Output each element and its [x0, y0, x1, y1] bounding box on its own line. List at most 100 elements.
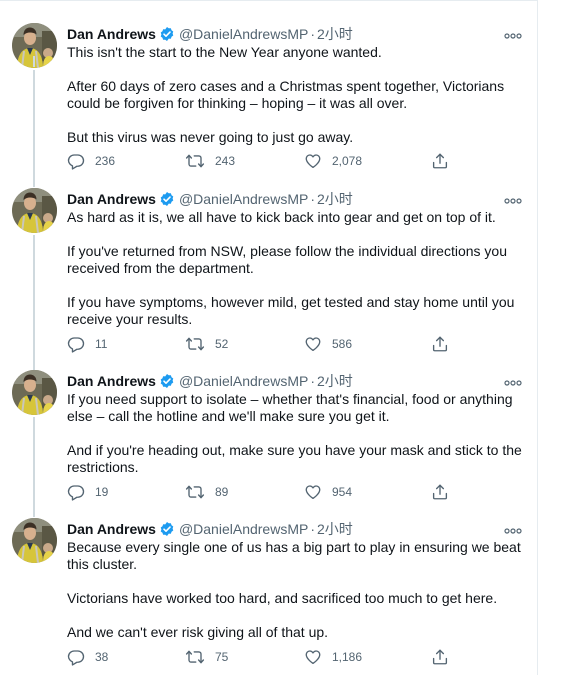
- tweet-paragraph: But this virus was never going to just g…: [67, 129, 354, 145]
- reply-icon: [67, 335, 85, 353]
- retweet-count: 89: [215, 485, 229, 499]
- thread-connector-line: [33, 70, 35, 187]
- retweet-icon: [185, 152, 205, 170]
- retweet-button[interactable]: 89: [185, 483, 228, 501]
- author-name[interactable]: Dan Andrews: [67, 519, 156, 539]
- author-handle[interactable]: @DanielAndrewsMP: [179, 519, 308, 539]
- tweet-paragraph: And if you're heading out, make sure you…: [67, 442, 522, 475]
- tweet-timestamp[interactable]: 2小时: [317, 371, 353, 391]
- more-icon[interactable]: [504, 192, 522, 204]
- separator-dot: ·: [310, 373, 315, 389]
- tweet-paragraph: If you've returned from NSW, please foll…: [67, 243, 508, 276]
- reply-button[interactable]: 11: [67, 335, 107, 353]
- verified-badge-icon: [159, 373, 175, 389]
- retweet-button[interactable]: 52: [185, 335, 228, 353]
- tweet-actions: 236 243 2,078: [67, 152, 457, 170]
- verified-badge-icon: [159, 26, 175, 42]
- tweet-paragraph: After 60 days of zero cases and a Christ…: [67, 78, 505, 111]
- reply-count: 236: [95, 154, 116, 168]
- tweet-header: Dan Andrews @DanielAndrewsMP · 2小时: [67, 519, 527, 539]
- like-button[interactable]: 954: [304, 483, 352, 501]
- reply-button[interactable]: 236: [67, 152, 115, 170]
- tweet-content: Dan Andrews @DanielAndrewsMP · 2小时 Becau…: [67, 519, 527, 641]
- tweet-paragraph: If you have symptoms, however mild, get …: [67, 294, 515, 327]
- like-count: 1,186: [332, 650, 363, 664]
- tweet-paragraph: As hard as it is, we all have to kick ba…: [67, 209, 496, 225]
- retweet-count: 52: [215, 337, 229, 351]
- like-count: 954: [332, 485, 353, 499]
- share-button[interactable]: [431, 335, 449, 353]
- share-button[interactable]: [431, 483, 449, 501]
- retweet-count: 75: [215, 650, 229, 664]
- like-count: 2,078: [332, 154, 363, 168]
- avatar[interactable]: [12, 370, 57, 415]
- reply-icon: [67, 648, 85, 666]
- tweet-paragraph: Victorians have worked too hard, and sac…: [67, 590, 498, 606]
- tweet-header: Dan Andrews @DanielAndrewsMP · 2小时: [67, 371, 527, 391]
- more-icon[interactable]: [504, 522, 522, 534]
- share-icon: [431, 152, 449, 170]
- tweet-paragraph: Because every single one of us has a big…: [67, 539, 521, 572]
- tweet-timestamp[interactable]: 2小时: [317, 189, 353, 209]
- author-handle[interactable]: @DanielAndrewsMP: [179, 371, 308, 391]
- tweet[interactable]: Dan Andrews @DanielAndrewsMP · 2小时 This …: [0, 15, 538, 187]
- reply-icon: [67, 152, 85, 170]
- separator-dot: ·: [310, 191, 315, 207]
- retweet-button[interactable]: 75: [185, 648, 228, 666]
- thread-connector-line: [33, 56, 35, 67]
- tweet-timestamp[interactable]: 2小时: [317, 24, 353, 44]
- reply-button[interactable]: 38: [67, 648, 108, 666]
- tweet-text: Because every single one of us has a big…: [67, 539, 527, 641]
- reply-count: 38: [95, 650, 109, 664]
- tweet-paragraph: This isn't the start to the New Year any…: [67, 44, 382, 60]
- tweet[interactable]: Dan Andrews @DanielAndrewsMP · 2小时 As ha…: [0, 56, 538, 371]
- thread-connector-line: [33, 417, 35, 517]
- separator-dot: ·: [310, 26, 315, 42]
- tweet-text: This isn't the start to the New Year any…: [67, 44, 527, 146]
- reply-icon: [67, 483, 85, 501]
- separator-dot: ·: [310, 521, 315, 537]
- heart-icon: [304, 152, 322, 170]
- like-button[interactable]: 1,186: [304, 648, 362, 666]
- heart-icon: [304, 483, 322, 501]
- like-button[interactable]: 2,078: [304, 152, 362, 170]
- author-name[interactable]: Dan Andrews: [67, 189, 156, 209]
- tweet-actions: 19 89 954: [67, 483, 457, 501]
- tweet-header: Dan Andrews @DanielAndrewsMP · 2小时: [67, 24, 527, 44]
- avatar[interactable]: [12, 518, 57, 563]
- author-handle[interactable]: @DanielAndrewsMP: [179, 24, 308, 44]
- tweet-actions: 11 52 586: [67, 335, 457, 353]
- tweet[interactable]: Dan Andrews @DanielAndrewsMP · 2小时 Becau…: [0, 510, 538, 676]
- share-icon: [431, 648, 449, 666]
- like-button[interactable]: 586: [304, 335, 352, 353]
- verified-badge-icon: [159, 191, 175, 207]
- retweet-icon: [185, 648, 205, 666]
- reply-count: 11: [95, 337, 108, 351]
- tweet-text: If you need support to isolate – whether…: [67, 391, 527, 476]
- share-icon: [431, 335, 449, 353]
- author-name[interactable]: Dan Andrews: [67, 24, 156, 44]
- tweet-content: Dan Andrews @DanielAndrewsMP · 2小时 If yo…: [67, 371, 527, 476]
- verified-badge-icon: [159, 521, 175, 537]
- tweet-text: As hard as it is, we all have to kick ba…: [67, 209, 527, 328]
- more-icon[interactable]: [504, 27, 522, 39]
- tweet-content: Dan Andrews @DanielAndrewsMP · 2小时 As ha…: [67, 189, 527, 328]
- author-handle[interactable]: @DanielAndrewsMP: [179, 189, 308, 209]
- retweet-icon: [185, 483, 205, 501]
- share-button[interactable]: [431, 152, 449, 170]
- author-name[interactable]: Dan Andrews: [67, 371, 156, 391]
- tweet[interactable]: Dan Andrews @DanielAndrewsMP · 2小时 If yo…: [0, 362, 538, 517]
- share-button[interactable]: [431, 648, 449, 666]
- retweet-button[interactable]: 243: [185, 152, 235, 170]
- reply-count: 19: [95, 485, 109, 499]
- heart-icon: [304, 335, 322, 353]
- tweet-paragraph: If you need support to isolate – whether…: [67, 391, 513, 424]
- avatar[interactable]: [12, 188, 57, 233]
- tweet-timestamp[interactable]: 2小时: [317, 519, 353, 539]
- thread-connector-line: [33, 235, 35, 371]
- tweet-paragraph: And we can't ever risk giving all of tha…: [67, 624, 329, 640]
- tweet-actions: 38 75 1,186: [67, 648, 457, 666]
- reply-button[interactable]: 19: [67, 483, 108, 501]
- more-icon[interactable]: [504, 374, 522, 386]
- thread-timeline: Dan Andrews @DanielAndrewsMP · 2小时 This …: [0, 0, 538, 675]
